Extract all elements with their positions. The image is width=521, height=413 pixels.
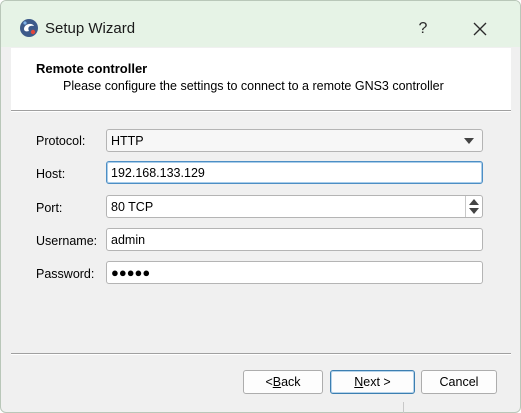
next-rest: ext > bbox=[363, 375, 391, 389]
page-title: Remote controller bbox=[36, 61, 148, 76]
protocol-select[interactable]: HTTP bbox=[106, 129, 483, 152]
page-subtitle: Please configure the settings to connect… bbox=[63, 79, 444, 93]
username-input[interactable]: admin bbox=[106, 228, 483, 251]
host-value: 192.168.133.129 bbox=[111, 165, 205, 180]
port-spinbox[interactable]: 80 TCP bbox=[106, 195, 483, 218]
close-button[interactable] bbox=[458, 11, 502, 47]
back-prefix: < bbox=[265, 375, 273, 389]
background-divider bbox=[403, 402, 404, 413]
spin-down-icon[interactable] bbox=[469, 208, 479, 214]
username-label: Username: bbox=[36, 234, 98, 248]
spin-up-icon[interactable] bbox=[469, 199, 479, 205]
back-button[interactable]: < Back bbox=[243, 370, 323, 394]
footer-divider bbox=[11, 353, 511, 355]
password-input[interactable]: ●●●●● bbox=[106, 261, 483, 284]
setup-wizard-window: Setup Wizard ? Remote controller Please … bbox=[0, 0, 521, 413]
protocol-value: HTTP bbox=[111, 133, 144, 148]
port-spin-buttons[interactable] bbox=[465, 196, 482, 217]
next-button[interactable]: Next > bbox=[330, 370, 415, 394]
next-mnemonic: N bbox=[354, 375, 364, 389]
header-divider bbox=[11, 110, 511, 112]
wizard-header: Remote controller Please configure the s… bbox=[11, 48, 511, 110]
host-input[interactable]: 192.168.133.129 bbox=[106, 161, 483, 184]
host-label: Host: bbox=[36, 167, 66, 181]
back-mnemonic: B bbox=[272, 375, 282, 389]
port-label: Port: bbox=[36, 201, 63, 215]
password-label: Password: bbox=[36, 267, 95, 281]
back-rest: ack bbox=[281, 375, 301, 389]
port-value: 80 TCP bbox=[111, 199, 154, 214]
protocol-label: Protocol: bbox=[36, 134, 86, 148]
chevron-down-icon bbox=[464, 138, 474, 144]
username-value: admin bbox=[111, 232, 146, 247]
title-bar[interactable]: Setup Wizard ? bbox=[1, 1, 520, 47]
close-icon bbox=[473, 22, 487, 36]
help-button[interactable]: ? bbox=[401, 11, 445, 47]
password-value: ●●●●● bbox=[111, 265, 151, 280]
window-title: Setup Wizard bbox=[45, 20, 136, 37]
cancel-button[interactable]: Cancel bbox=[421, 370, 497, 394]
gns3-logo-icon bbox=[20, 19, 38, 37]
